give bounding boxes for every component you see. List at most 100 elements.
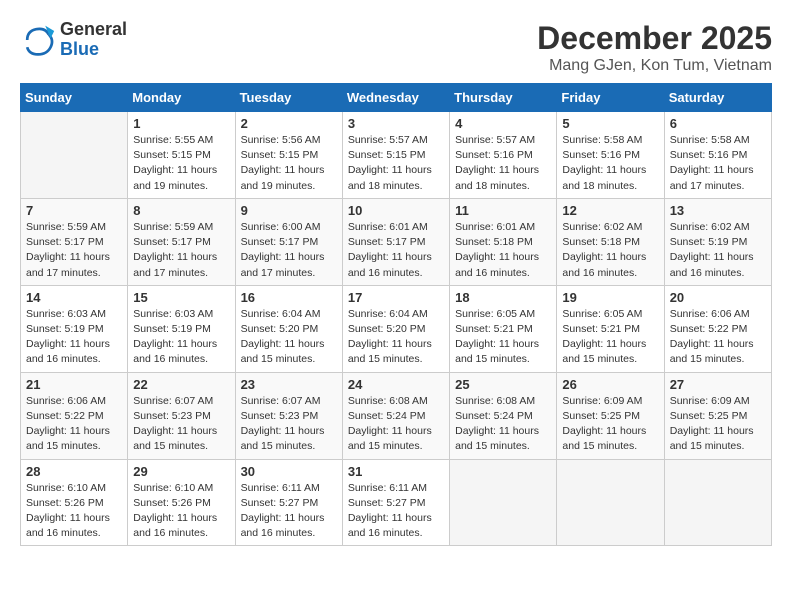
weekday-header-tuesday: Tuesday bbox=[235, 84, 342, 112]
day-info: Sunrise: 6:06 AM Sunset: 5:22 PM Dayligh… bbox=[670, 307, 766, 368]
calendar-cell: 29 Sunrise: 6:10 AM Sunset: 5:26 PM Dayli… bbox=[128, 459, 235, 546]
week-row-3: 14 Sunrise: 6:03 AM Sunset: 5:19 PM Dayli… bbox=[21, 285, 772, 372]
logo-icon bbox=[20, 22, 56, 58]
calendar-cell: 17 Sunrise: 6:04 AM Sunset: 5:20 PM Dayli… bbox=[342, 285, 449, 372]
calendar-table: SundayMondayTuesdayWednesdayThursdayFrid… bbox=[20, 83, 772, 546]
day-number: 21 bbox=[26, 377, 122, 392]
day-info: Sunrise: 5:58 AM Sunset: 5:16 PM Dayligh… bbox=[670, 133, 766, 194]
calendar-cell: 4Sunrise: 5:57 AM Sunset: 5:16 PM Daylig… bbox=[450, 112, 557, 199]
day-info: Sunrise: 6:08 AM Sunset: 5:24 PM Dayligh… bbox=[348, 394, 444, 455]
weekday-header-sunday: Sunday bbox=[21, 84, 128, 112]
calendar-cell: 14 Sunrise: 6:03 AM Sunset: 5:19 PM Dayli… bbox=[21, 285, 128, 372]
day-number: 9 bbox=[241, 203, 337, 218]
weekday-header-thursday: Thursday bbox=[450, 84, 557, 112]
calendar-cell: 9 Sunrise: 6:00 AM Sunset: 5:17 PM Daylig… bbox=[235, 198, 342, 285]
week-row-5: 28 Sunrise: 6:10 AM Sunset: 5:26 PM Dayli… bbox=[21, 459, 772, 546]
day-number: 4 bbox=[455, 116, 551, 131]
weekday-header-friday: Friday bbox=[557, 84, 664, 112]
day-number: 11 bbox=[455, 203, 551, 218]
day-info: Sunrise: 5:58 AM Sunset: 5:16 PM Dayligh… bbox=[562, 133, 658, 194]
day-number: 17 bbox=[348, 290, 444, 305]
day-number: 18 bbox=[455, 290, 551, 305]
page-header: General Blue December 2025 Mang GJen, Ko… bbox=[20, 20, 772, 75]
calendar-cell: 1 Sunrise: 5:55 AM Sunset: 5:15 PM Daylig… bbox=[128, 112, 235, 199]
day-number: 15 bbox=[133, 290, 229, 305]
calendar-cell: 26Sunrise: 6:09 AM Sunset: 5:25 PM Dayli… bbox=[557, 372, 664, 459]
day-number: 26 bbox=[562, 377, 658, 392]
day-number: 10 bbox=[348, 203, 444, 218]
calendar-cell: 18 Sunrise: 6:05 AM Sunset: 5:21 PM Dayli… bbox=[450, 285, 557, 372]
calendar-cell: 2 Sunrise: 5:56 AM Sunset: 5:15 PM Daylig… bbox=[235, 112, 342, 199]
weekday-header-wednesday: Wednesday bbox=[342, 84, 449, 112]
calendar-cell: 19 Sunrise: 6:05 AM Sunset: 5:21 PM Dayli… bbox=[557, 285, 664, 372]
day-number: 13 bbox=[670, 203, 766, 218]
logo: General Blue bbox=[20, 20, 127, 60]
day-number: 2 bbox=[241, 116, 337, 131]
calendar-cell: 8 Sunrise: 5:59 AM Sunset: 5:17 PM Daylig… bbox=[128, 198, 235, 285]
title-block: December 2025 Mang GJen, Kon Tum, Vietna… bbox=[537, 20, 772, 75]
calendar-cell: 3 Sunrise: 5:57 AM Sunset: 5:15 PM Daylig… bbox=[342, 112, 449, 199]
calendar-title: December 2025 bbox=[537, 20, 772, 57]
day-info: Sunrise: 5:56 AM Sunset: 5:15 PM Dayligh… bbox=[241, 133, 337, 194]
day-info: Sunrise: 6:11 AM Sunset: 5:27 PM Dayligh… bbox=[348, 481, 444, 542]
day-number: 16 bbox=[241, 290, 337, 305]
calendar-cell: 21 Sunrise: 6:06 AM Sunset: 5:22 PM Dayli… bbox=[21, 372, 128, 459]
day-number: 20 bbox=[670, 290, 766, 305]
week-row-2: 7 Sunrise: 5:59 AM Sunset: 5:17 PM Daylig… bbox=[21, 198, 772, 285]
logo-general-text: General bbox=[60, 20, 127, 40]
day-info: Sunrise: 6:04 AM Sunset: 5:20 PM Dayligh… bbox=[241, 307, 337, 368]
day-number: 30 bbox=[241, 464, 337, 479]
day-info: Sunrise: 6:11 AM Sunset: 5:27 PM Dayligh… bbox=[241, 481, 337, 542]
day-info: Sunrise: 6:07 AM Sunset: 5:23 PM Dayligh… bbox=[133, 394, 229, 455]
day-number: 31 bbox=[348, 464, 444, 479]
day-info: Sunrise: 6:05 AM Sunset: 5:21 PM Dayligh… bbox=[455, 307, 551, 368]
calendar-cell: 16 Sunrise: 6:04 AM Sunset: 5:20 PM Dayli… bbox=[235, 285, 342, 372]
day-info: Sunrise: 6:07 AM Sunset: 5:23 PM Dayligh… bbox=[241, 394, 337, 455]
calendar-cell: 28Sunrise: 6:10 AM Sunset: 5:26 PM Dayli… bbox=[21, 459, 128, 546]
day-info: Sunrise: 5:57 AM Sunset: 5:15 PM Dayligh… bbox=[348, 133, 444, 194]
day-info: Sunrise: 6:05 AM Sunset: 5:21 PM Dayligh… bbox=[562, 307, 658, 368]
day-info: Sunrise: 5:59 AM Sunset: 5:17 PM Dayligh… bbox=[133, 220, 229, 281]
day-number: 28 bbox=[26, 464, 122, 479]
calendar-subtitle: Mang GJen, Kon Tum, Vietnam bbox=[537, 57, 772, 75]
day-info: Sunrise: 6:08 AM Sunset: 5:24 PM Dayligh… bbox=[455, 394, 551, 455]
day-info: Sunrise: 6:01 AM Sunset: 5:18 PM Dayligh… bbox=[455, 220, 551, 281]
day-number: 23 bbox=[241, 377, 337, 392]
calendar-cell: 11 Sunrise: 6:01 AM Sunset: 5:18 PM Dayli… bbox=[450, 198, 557, 285]
calendar-cell: 6 Sunrise: 5:58 AM Sunset: 5:16 PM Daylig… bbox=[664, 112, 771, 199]
weekday-header-saturday: Saturday bbox=[664, 84, 771, 112]
calendar-cell bbox=[21, 112, 128, 199]
day-number: 8 bbox=[133, 203, 229, 218]
day-number: 29 bbox=[133, 464, 229, 479]
day-number: 7 bbox=[26, 203, 122, 218]
day-info: Sunrise: 5:55 AM Sunset: 5:15 PM Dayligh… bbox=[133, 133, 229, 194]
day-info: Sunrise: 6:02 AM Sunset: 5:18 PM Dayligh… bbox=[562, 220, 658, 281]
calendar-cell: 24 Sunrise: 6:08 AM Sunset: 5:24 PM Dayli… bbox=[342, 372, 449, 459]
day-info: Sunrise: 6:03 AM Sunset: 5:19 PM Dayligh… bbox=[133, 307, 229, 368]
calendar-cell: 30 Sunrise: 6:11 AM Sunset: 5:27 PM Dayli… bbox=[235, 459, 342, 546]
day-info: Sunrise: 6:00 AM Sunset: 5:17 PM Dayligh… bbox=[241, 220, 337, 281]
day-info: Sunrise: 6:04 AM Sunset: 5:20 PM Dayligh… bbox=[348, 307, 444, 368]
day-number: 1 bbox=[133, 116, 229, 131]
day-number: 6 bbox=[670, 116, 766, 131]
day-number: 24 bbox=[348, 377, 444, 392]
calendar-cell: 25 Sunrise: 6:08 AM Sunset: 5:24 PM Dayli… bbox=[450, 372, 557, 459]
day-info: Sunrise: 6:06 AM Sunset: 5:22 PM Dayligh… bbox=[26, 394, 122, 455]
week-row-1: 1 Sunrise: 5:55 AM Sunset: 5:15 PM Daylig… bbox=[21, 112, 772, 199]
day-number: 3 bbox=[348, 116, 444, 131]
day-info: Sunrise: 6:10 AM Sunset: 5:26 PM Dayligh… bbox=[133, 481, 229, 542]
calendar-cell bbox=[664, 459, 771, 546]
day-info: Sunrise: 6:02 AM Sunset: 5:19 PM Dayligh… bbox=[670, 220, 766, 281]
day-info: Sunrise: 6:03 AM Sunset: 5:19 PM Dayligh… bbox=[26, 307, 122, 368]
day-number: 19 bbox=[562, 290, 658, 305]
calendar-cell: 5 Sunrise: 5:58 AM Sunset: 5:16 PM Daylig… bbox=[557, 112, 664, 199]
day-info: Sunrise: 5:59 AM Sunset: 5:17 PM Dayligh… bbox=[26, 220, 122, 281]
day-number: 25 bbox=[455, 377, 551, 392]
calendar-cell: 12 Sunrise: 6:02 AM Sunset: 5:18 PM Dayli… bbox=[557, 198, 664, 285]
calendar-cell: 22Sunrise: 6:07 AM Sunset: 5:23 PM Dayli… bbox=[128, 372, 235, 459]
day-number: 5 bbox=[562, 116, 658, 131]
week-row-4: 21 Sunrise: 6:06 AM Sunset: 5:22 PM Dayli… bbox=[21, 372, 772, 459]
day-number: 14 bbox=[26, 290, 122, 305]
day-number: 12 bbox=[562, 203, 658, 218]
calendar-cell: 7 Sunrise: 5:59 AM Sunset: 5:17 PM Daylig… bbox=[21, 198, 128, 285]
